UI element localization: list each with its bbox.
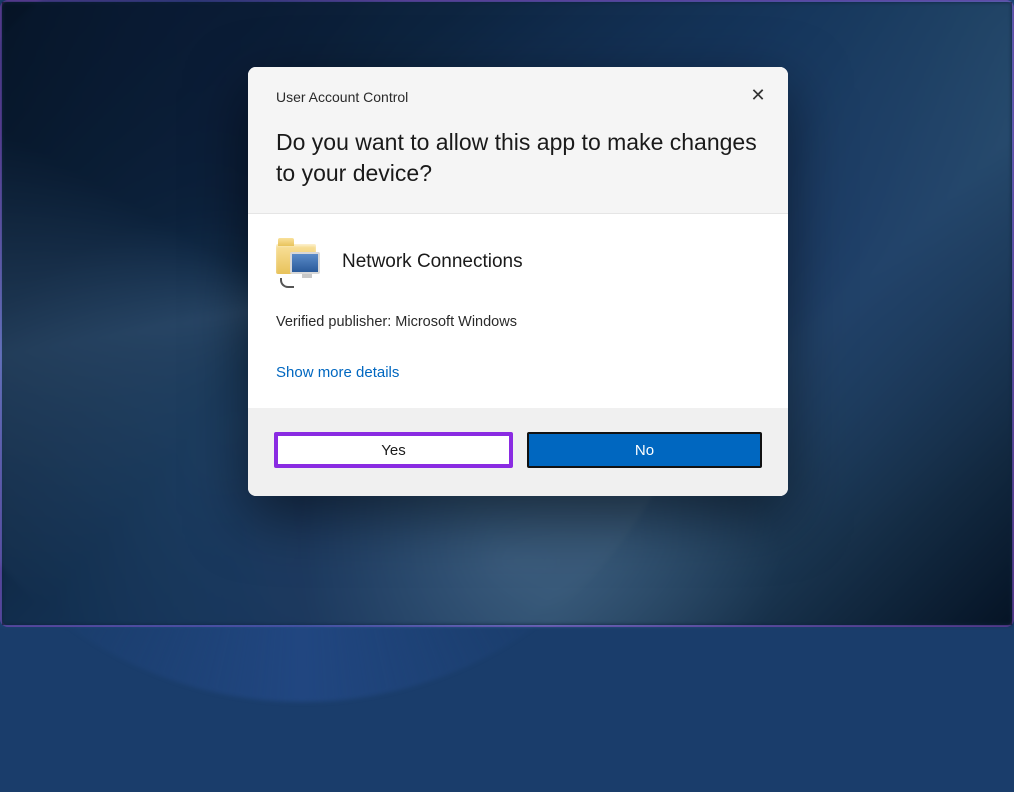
- network-connections-icon: [276, 238, 324, 286]
- close-button[interactable]: ✕: [746, 83, 770, 107]
- no-button[interactable]: No: [527, 432, 762, 468]
- dialog-footer: Yes No: [248, 408, 788, 496]
- dialog-body: Network Connections Verified publisher: …: [248, 214, 788, 408]
- verified-publisher: Verified publisher: Microsoft Windows: [276, 314, 760, 330]
- app-name: Network Connections: [342, 251, 523, 273]
- dialog-question: Do you want to allow this app to make ch…: [276, 127, 760, 189]
- app-identity-row: Network Connections: [276, 238, 760, 286]
- dialog-title: User Account Control: [276, 89, 760, 105]
- uac-dialog: ✕ User Account Control Do you want to al…: [248, 67, 788, 496]
- yes-button[interactable]: Yes: [274, 432, 513, 468]
- dialog-header: ✕ User Account Control Do you want to al…: [248, 67, 788, 214]
- close-icon: ✕: [750, 85, 765, 106]
- show-more-details-link[interactable]: Show more details: [276, 364, 399, 381]
